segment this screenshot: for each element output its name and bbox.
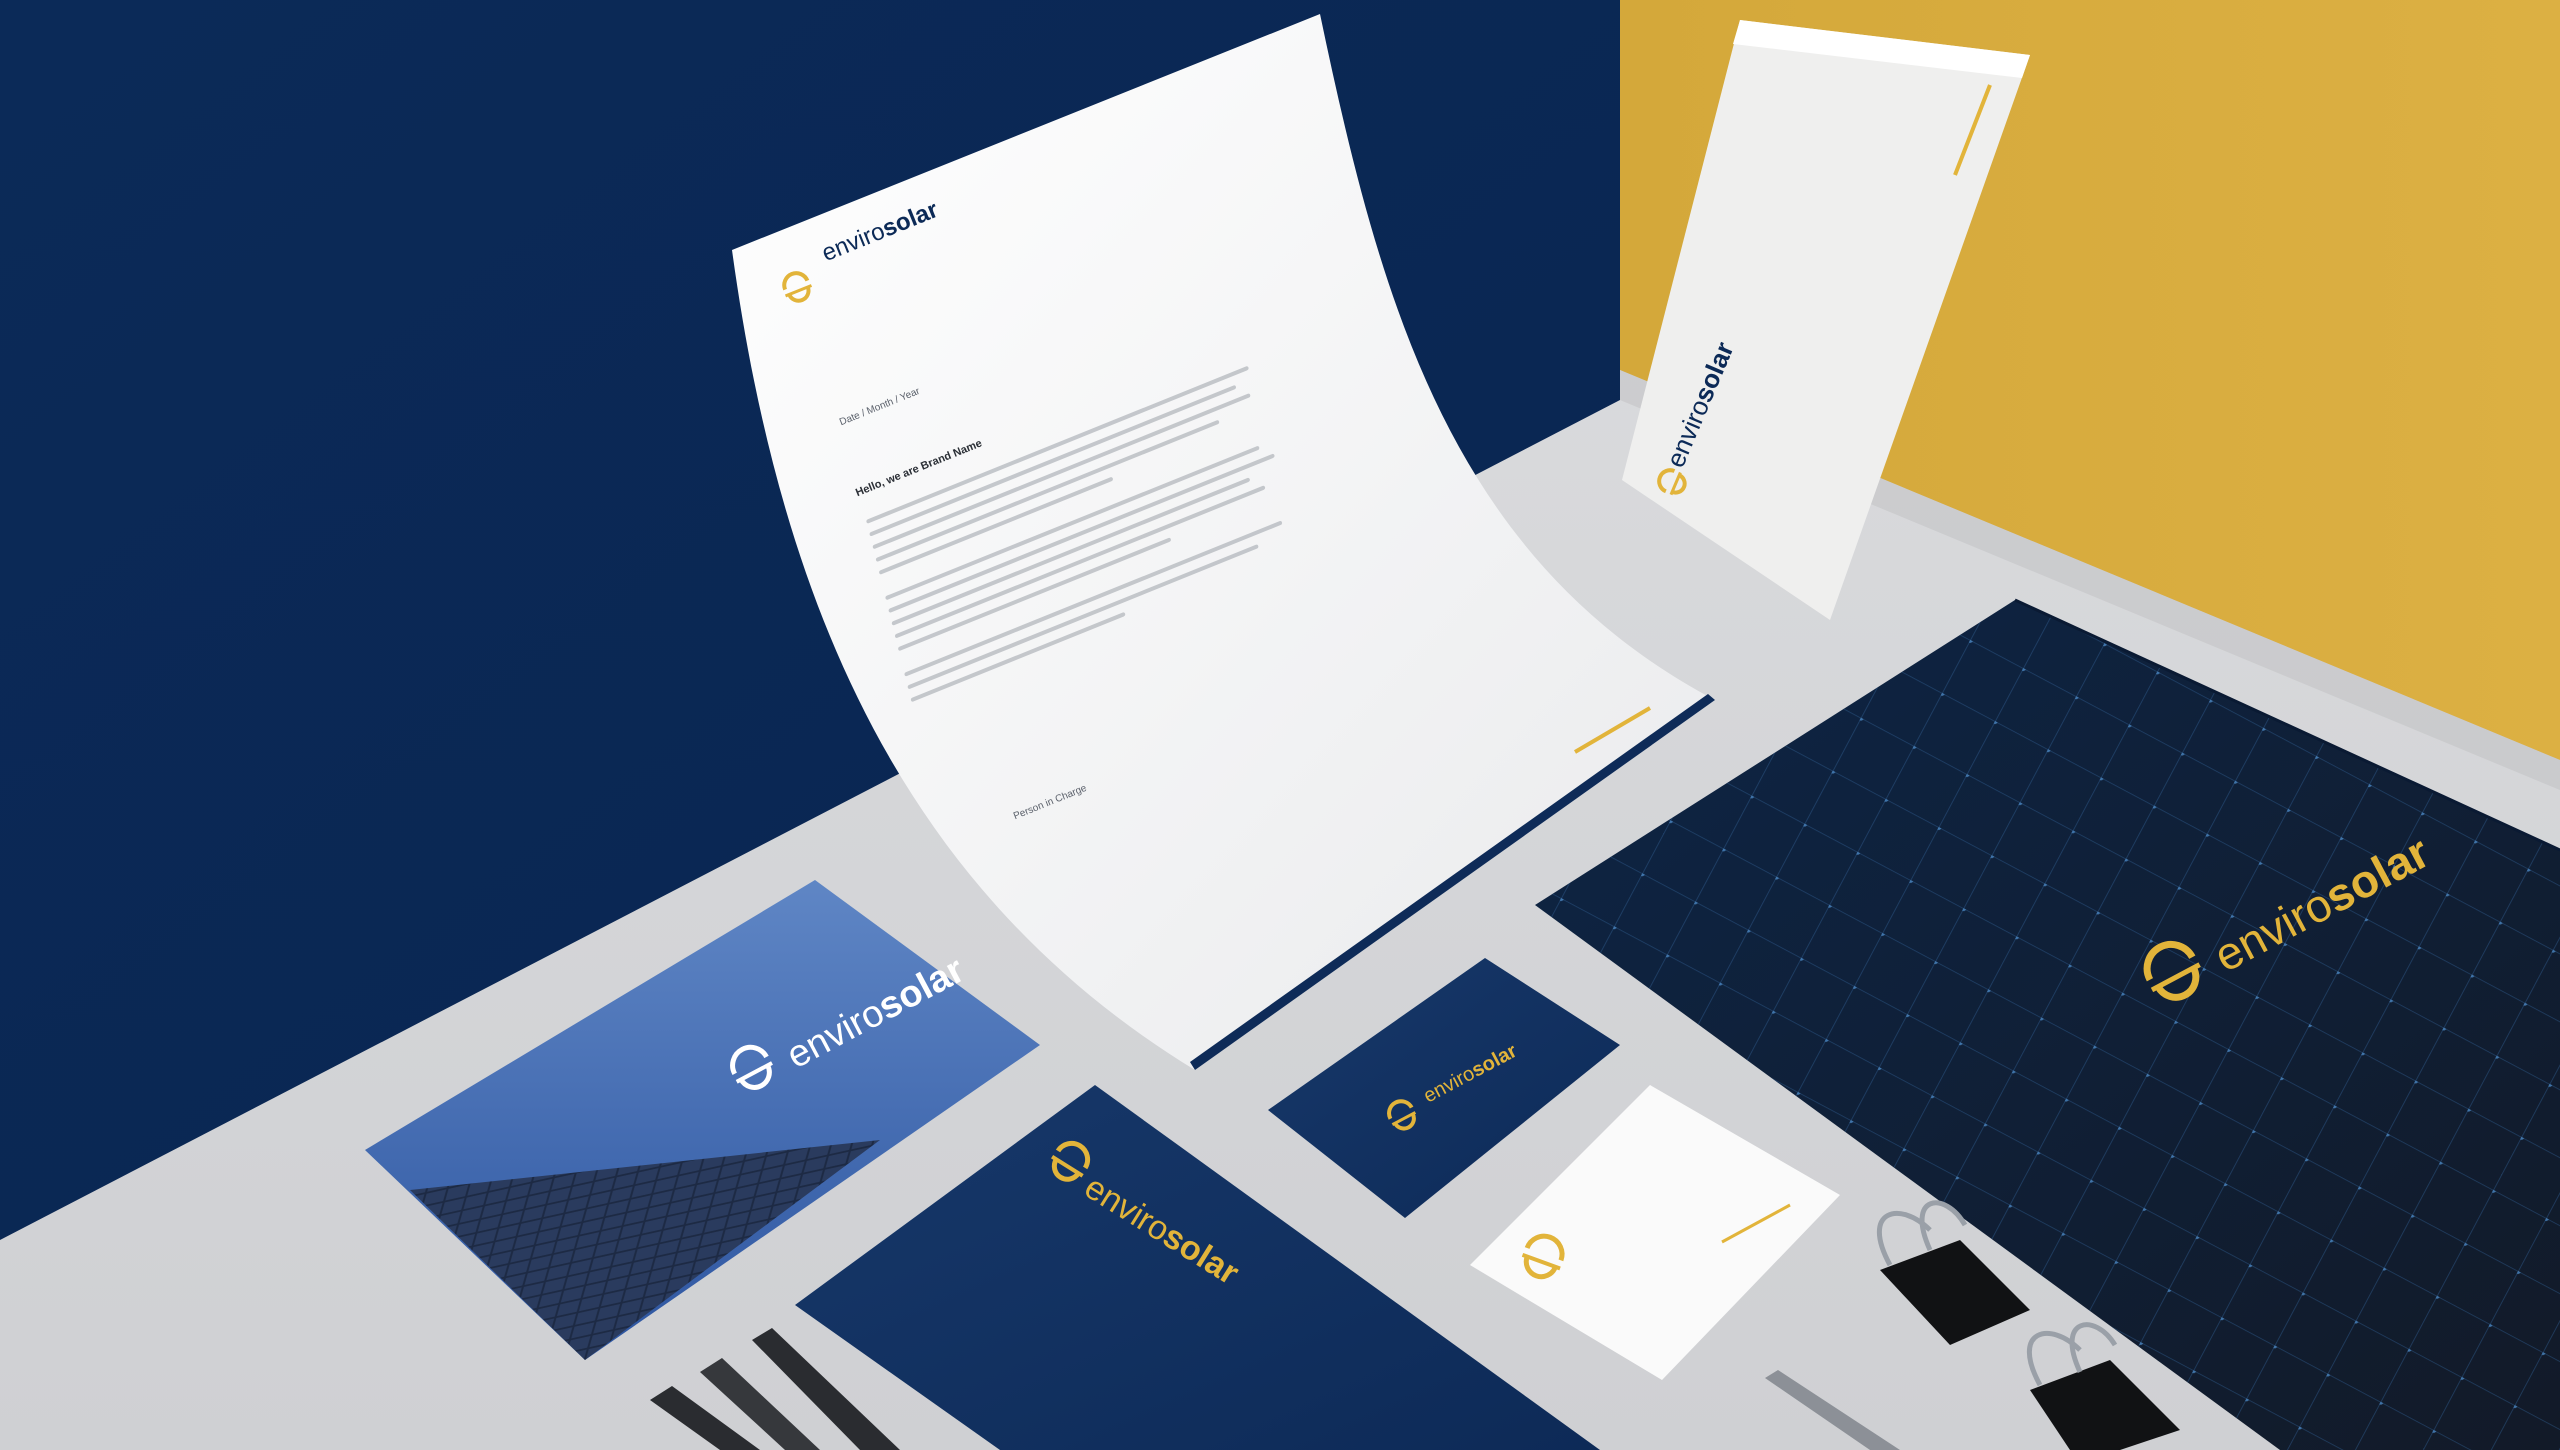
scene-svg <box>0 0 2560 1450</box>
stationery-mockup-scene: envirosolar envirosolar envirosolar envi… <box>0 0 2560 1450</box>
